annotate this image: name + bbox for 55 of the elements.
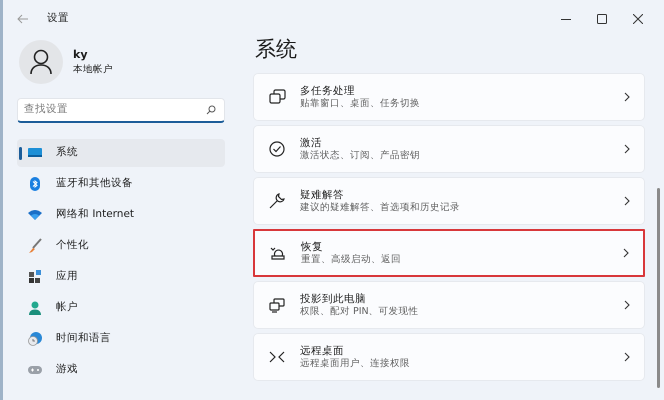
setting-title: 疑难解答 [300, 188, 345, 202]
sidebar-item[interactable]: 帐户 [17, 294, 225, 322]
setting-description: 权限、配对 PIN、可发现性 [300, 306, 420, 318]
sidebar-item[interactable]: 网络和 Internet [17, 201, 225, 229]
brush-icon [27, 238, 43, 254]
search-field[interactable]: 查找设置 [17, 98, 225, 123]
sidebar-item[interactable]: 游戏 [17, 356, 225, 384]
page-title: 系统 [255, 37, 298, 62]
close-icon [633, 14, 643, 24]
setting-card[interactable]: 激活 激活状态、订阅、产品密钥 [253, 125, 645, 174]
monitors-icon [268, 296, 286, 314]
setting-card[interactable]: 疑难解答 建议的疑难解答、首选项和历史记录 [253, 177, 645, 226]
sidebar-item[interactable]: 蓝牙和其他设备 [17, 170, 225, 198]
scrollbar[interactable] [657, 188, 660, 388]
search-input: 查找设置 [24, 102, 206, 118]
person-icon [27, 300, 43, 316]
sidebar-item[interactable]: 个性化 [17, 232, 225, 260]
chevron-icon [623, 248, 629, 258]
highlighted-setting-card[interactable]: 恢复 重置、高级启动、返回 [253, 229, 645, 278]
windows-icon [268, 88, 286, 106]
wrench-icon [268, 192, 286, 210]
setting-description: 远程桌面用户、连接权限 [300, 358, 411, 370]
setting-card[interactable]: 多任务处理 贴靠窗口、桌面、任务切换 [253, 73, 645, 122]
selection-indicator [19, 147, 22, 160]
setting-title: 恢复 [301, 240, 324, 254]
check-circle-icon [268, 140, 286, 158]
maximize-icon [597, 14, 607, 24]
setting-card[interactable]: 投影到此电脑 权限、配对 PIN、可发现性 [253, 281, 645, 330]
setting-description: 重置、高级启动、返回 [301, 254, 402, 266]
apps-icon [27, 269, 43, 285]
bluetooth-icon [27, 176, 43, 192]
wifi-icon [27, 207, 43, 223]
setting-description: 贴靠窗口、桌面、任务切换 [300, 98, 421, 110]
account-name: ky [73, 46, 88, 63]
chevron-icon [624, 92, 630, 102]
chevron-icon [624, 144, 630, 154]
globe-clock-icon [27, 331, 43, 347]
setting-title: 多任务处理 [300, 84, 356, 98]
avatar[interactable] [19, 40, 63, 84]
setting-title: 远程桌面 [300, 344, 345, 358]
sidebar-item[interactable]: 应用 [17, 263, 225, 291]
search-icon [206, 105, 216, 115]
window-title: 设置 [47, 11, 69, 26]
setting-title: 投影到此电脑 [300, 292, 367, 306]
chevron-icon [624, 300, 630, 310]
setting-card[interactable]: 远程桌面 远程桌面用户、连接权限 [253, 333, 645, 382]
setting-description: 激活状态、订阅、产品密钥 [300, 150, 421, 162]
setting-description: 建议的疑难解答、首选项和历史记录 [300, 202, 461, 214]
account-type: 本地帐户 [73, 63, 113, 78]
setting-title: 激活 [300, 136, 323, 150]
chevron-icon [624, 196, 630, 206]
sidebar-item[interactable]: 时间和语言 [17, 325, 225, 353]
back-arrow-icon[interactable] [17, 14, 29, 24]
sidebar-item[interactable]: 系统 [17, 139, 225, 167]
chevron-icon [624, 352, 630, 362]
